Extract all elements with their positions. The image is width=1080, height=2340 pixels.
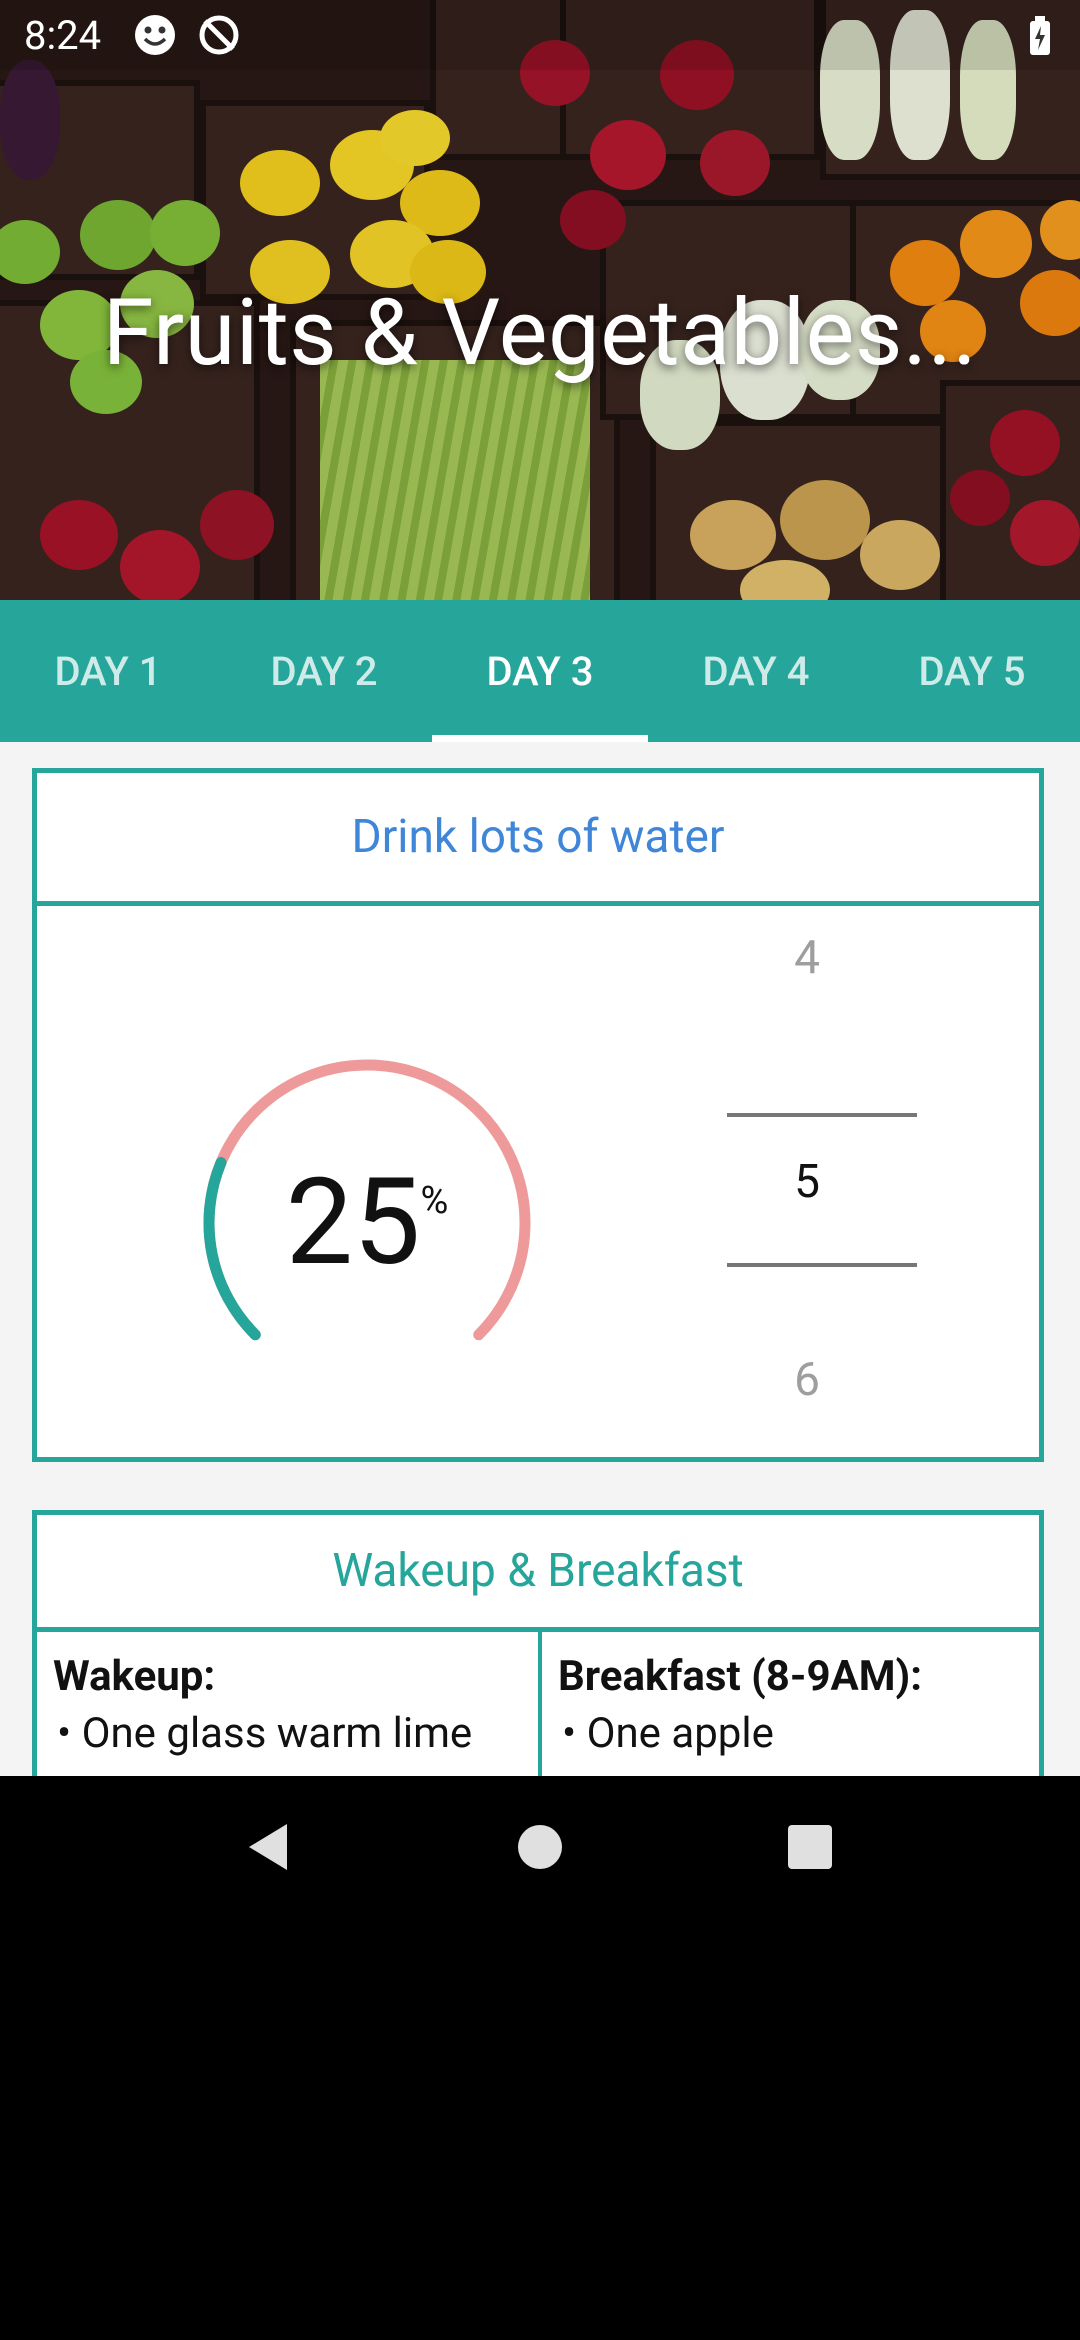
progress-value: 25% (157, 1013, 577, 1433)
water-card: Drink lots of water 25% 4 5 6 (32, 768, 1044, 1462)
meal-card-title: Wakeup & Breakfast (37, 1515, 1039, 1632)
breakfast-item: • One apple (562, 1709, 774, 1758)
app-screen: Fruits & Vegetables... 8:24 DAY 1 DAY 2 … (0, 0, 1080, 1776)
tab-day-2[interactable]: DAY 2 (216, 600, 432, 742)
home-icon[interactable] (470, 1776, 610, 1918)
meal-card: Wakeup & Breakfast Wakeup: • One glass w… (32, 1510, 1044, 1776)
sync-off-icon (197, 13, 241, 57)
status-time: 8:24 (24, 11, 102, 59)
battery-charging-icon (1028, 16, 1052, 66)
tab-day-1[interactable]: DAY 1 (0, 600, 216, 742)
back-icon[interactable] (198, 1776, 338, 1918)
water-card-title: Drink lots of water (37, 773, 1039, 906)
recents-icon[interactable] (740, 1776, 880, 1918)
picker-next-value[interactable]: 6 (697, 1353, 917, 1407)
breakfast-section: Breakfast (8-9AM): • One apple (538, 1632, 1039, 1776)
navigation-bar (0, 1776, 1080, 1918)
smiley-icon (133, 13, 177, 57)
tab-day-3[interactable]: DAY 3 (432, 600, 648, 742)
picker-selected-value[interactable]: 5 (697, 1111, 917, 1253)
tab-day-5[interactable]: DAY 5 (864, 600, 1080, 742)
wakeup-item: • One glass warm lime (57, 1709, 473, 1758)
wakeup-title: Wakeup: (53, 1652, 216, 1701)
status-bar: 8:24 (0, 0, 1080, 70)
picker-divider-bottom (727, 1263, 917, 1267)
tab-day-4[interactable]: DAY 4 (648, 600, 864, 742)
day-tabs: DAY 1 DAY 2 DAY 3 DAY 4 DAY 5 (0, 600, 1080, 742)
wakeup-section: Wakeup: • One glass warm lime (37, 1632, 538, 1776)
water-progress: 25% (157, 1013, 577, 1433)
picker-prev-value[interactable]: 4 (697, 931, 917, 985)
hero-title: Fruits & Vegetables... (102, 280, 978, 387)
progress-number: 25 (285, 1153, 421, 1293)
breakfast-title: Breakfast (8-9AM): (558, 1652, 923, 1701)
glass-count-picker[interactable]: 4 5 6 (697, 893, 917, 1453)
progress-unit: % (420, 1179, 449, 1223)
hero-banner: Fruits & Vegetables... (0, 0, 1080, 600)
